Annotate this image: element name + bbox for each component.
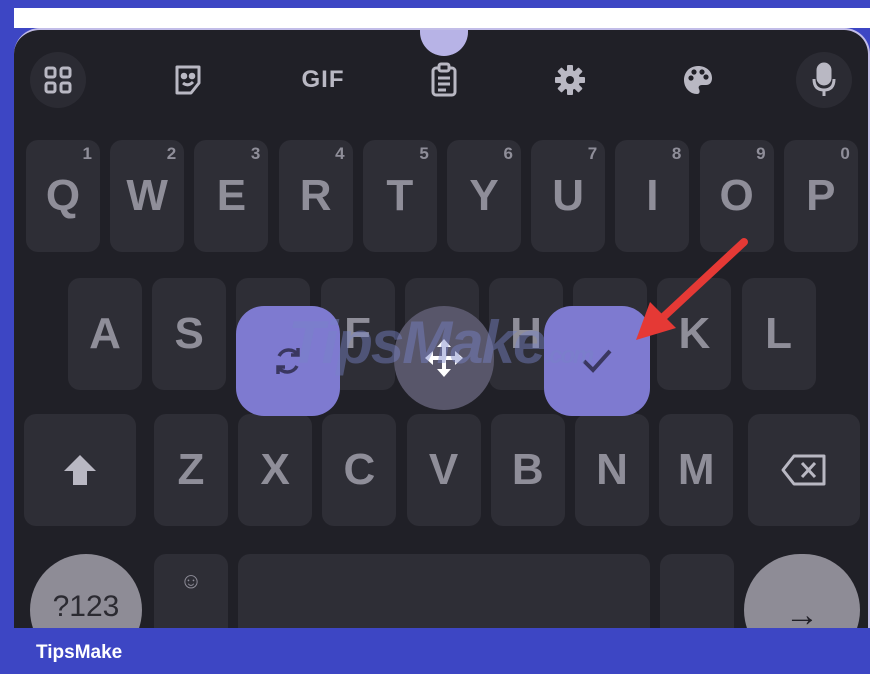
key-w[interactable]: W2	[110, 140, 185, 252]
key-hint: 5	[419, 144, 429, 163]
backspace-key[interactable]	[748, 414, 860, 526]
watermark-text: TipsMake	[288, 309, 546, 376]
key-e[interactable]: E3	[194, 140, 269, 252]
gif-label: GIF	[301, 66, 345, 93]
key-s[interactable]: S	[152, 278, 227, 390]
emoji-icon: ☺	[179, 568, 203, 593]
key-label: Q	[45, 171, 81, 220]
key-label: E	[216, 171, 247, 220]
key-p[interactable]: P0	[783, 140, 858, 252]
apps-grid-icon[interactable]	[30, 52, 86, 108]
key-label: N	[596, 445, 628, 494]
key-y[interactable]: Y6	[447, 140, 521, 252]
key-label: M	[677, 445, 715, 494]
key-q[interactable]: Q1	[26, 140, 100, 252]
microphone-icon[interactable]	[796, 52, 852, 108]
settings-gear-icon[interactable]	[542, 52, 598, 108]
key-hint: 9	[756, 144, 766, 163]
key-label: O	[719, 171, 754, 220]
key-x[interactable]: X	[238, 414, 313, 526]
key-label: R	[299, 171, 332, 220]
key-label: I	[646, 171, 659, 220]
key-c[interactable]: C	[322, 414, 397, 526]
key-label: U	[552, 171, 585, 220]
key-u[interactable]: U7	[531, 140, 606, 252]
emoji-key[interactable]: ☺	[154, 554, 228, 628]
key-hint: 6	[503, 144, 513, 163]
theme-palette-icon[interactable]	[670, 52, 726, 108]
key-hint: 1	[82, 144, 92, 163]
key-label: S	[174, 309, 204, 358]
key-label: L	[765, 309, 793, 358]
key-a[interactable]: A	[68, 278, 142, 390]
symbols-label: ?123	[52, 590, 120, 623]
key-label: A	[89, 309, 121, 358]
key-hint: 0	[840, 144, 850, 163]
sticker-icon[interactable]	[160, 52, 216, 108]
key-label: V	[428, 445, 459, 494]
key-label: P	[806, 171, 836, 220]
annotation-arrow	[636, 238, 748, 340]
space-bar[interactable]	[238, 554, 650, 628]
top-strip	[14, 8, 870, 28]
key-label: Y	[469, 171, 499, 220]
key-hint: 3	[250, 144, 261, 163]
key-hint: 4	[335, 144, 345, 163]
watermark-suffix: .com	[544, 342, 594, 369]
footer-label: TipsMake	[36, 642, 123, 663]
watermark: TipsMake.com	[288, 308, 594, 377]
key-label: B	[511, 445, 544, 494]
key-hint: 8	[671, 144, 682, 163]
key-m[interactable]: M	[659, 414, 734, 526]
symbols-key[interactable]: ?123	[30, 554, 142, 628]
key-z[interactable]: Z	[154, 414, 228, 526]
period-key[interactable]	[660, 554, 734, 628]
key-label: T	[386, 171, 414, 220]
shift-key[interactable]	[24, 414, 136, 526]
footer-bar: TipsMake	[0, 628, 870, 674]
key-b[interactable]: B	[490, 414, 565, 526]
key-hint: 7	[587, 144, 598, 163]
key-label: Z	[177, 445, 205, 494]
enter-arrow-icon: →	[785, 596, 819, 628]
enter-key[interactable]: →	[744, 554, 860, 628]
keyboard-panel: GIF ?123 ☺ → Q 1 W 2 E 3 R 4 T 5 Y 6 U 7…	[14, 28, 870, 628]
gif-button[interactable]: GIF	[290, 52, 356, 108]
key-label: C	[343, 445, 376, 494]
key-t[interactable]: T5	[362, 140, 437, 252]
key-label: X	[260, 445, 290, 494]
key-label: W	[126, 171, 168, 220]
clipboard-icon[interactable]	[416, 52, 472, 108]
key-v[interactable]: V	[406, 414, 481, 526]
key-r[interactable]: R4	[278, 140, 353, 252]
key-hint: 2	[166, 144, 177, 163]
key-n[interactable]: N	[575, 414, 649, 526]
